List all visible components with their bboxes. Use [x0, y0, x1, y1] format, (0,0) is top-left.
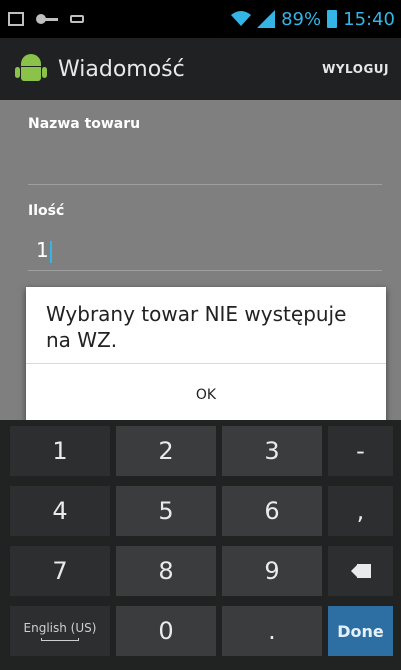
clock: 15:40	[343, 8, 395, 30]
logout-button[interactable]: WYLOGUJ	[322, 62, 401, 76]
screen: 89% 15:40 Wiadomość WYLOGUJ Nazwa towaru…	[0, 0, 401, 670]
backspace-icon	[350, 564, 371, 578]
app-title: Wiadomość	[58, 56, 185, 82]
quantity-input[interactable]: 1	[36, 238, 52, 263]
spacebar-icon	[41, 638, 79, 641]
key-0[interactable]: 0	[116, 606, 216, 656]
status-bar: 89% 15:40	[0, 0, 401, 38]
status-bar-left	[0, 12, 84, 26]
quantity-label: Ilość	[28, 203, 65, 219]
battery-percent: 89%	[281, 8, 322, 30]
key-done[interactable]: Done	[328, 606, 393, 656]
wifi-icon	[231, 11, 252, 26]
key-language[interactable]: English (US)	[10, 606, 110, 656]
quantity-underline	[28, 270, 382, 271]
dialog-ok-button[interactable]: OK	[26, 364, 386, 425]
key-2[interactable]: 2	[116, 426, 216, 476]
status-bar-right: 89% 15:40	[231, 9, 401, 30]
key-7[interactable]: 7	[10, 546, 110, 596]
action-bar: Wiadomość WYLOGUJ	[0, 38, 401, 100]
action-bar-left: Wiadomość	[0, 52, 185, 86]
key-icon	[36, 14, 58, 24]
signal-icon	[257, 10, 276, 28]
product-name-underline	[28, 184, 382, 185]
key-3[interactable]: 3	[222, 426, 322, 476]
key-9[interactable]: 9	[222, 546, 322, 596]
text-cursor	[49, 240, 52, 263]
product-name-label: Nazwa towaru	[28, 116, 141, 132]
key-backspace[interactable]	[328, 546, 393, 596]
key-8[interactable]: 8	[116, 546, 216, 596]
dialog-message: Wybrany towar NIE występuje na WZ.	[46, 302, 347, 352]
key-5[interactable]: 5	[116, 486, 216, 536]
key-4[interactable]: 4	[10, 486, 110, 536]
language-label: English (US)	[23, 621, 97, 635]
usb-icon	[70, 15, 84, 23]
key-period[interactable]: .	[222, 606, 322, 656]
key-6[interactable]: 6	[222, 486, 322, 536]
key-comma[interactable]: ,	[328, 486, 393, 536]
key-minus[interactable]: -	[328, 426, 393, 476]
image-icon	[8, 12, 24, 26]
alert-dialog: Wybrany towar NIE występuje na WZ. OK	[26, 287, 386, 425]
battery-icon	[327, 10, 338, 28]
numeric-keyboard: 1 2 3 - 4 5 6 , 7 8 9 English (US) 0 . D…	[0, 420, 401, 670]
key-1[interactable]: 1	[10, 426, 110, 476]
android-icon	[14, 52, 48, 86]
quantity-value: 1	[36, 238, 49, 262]
